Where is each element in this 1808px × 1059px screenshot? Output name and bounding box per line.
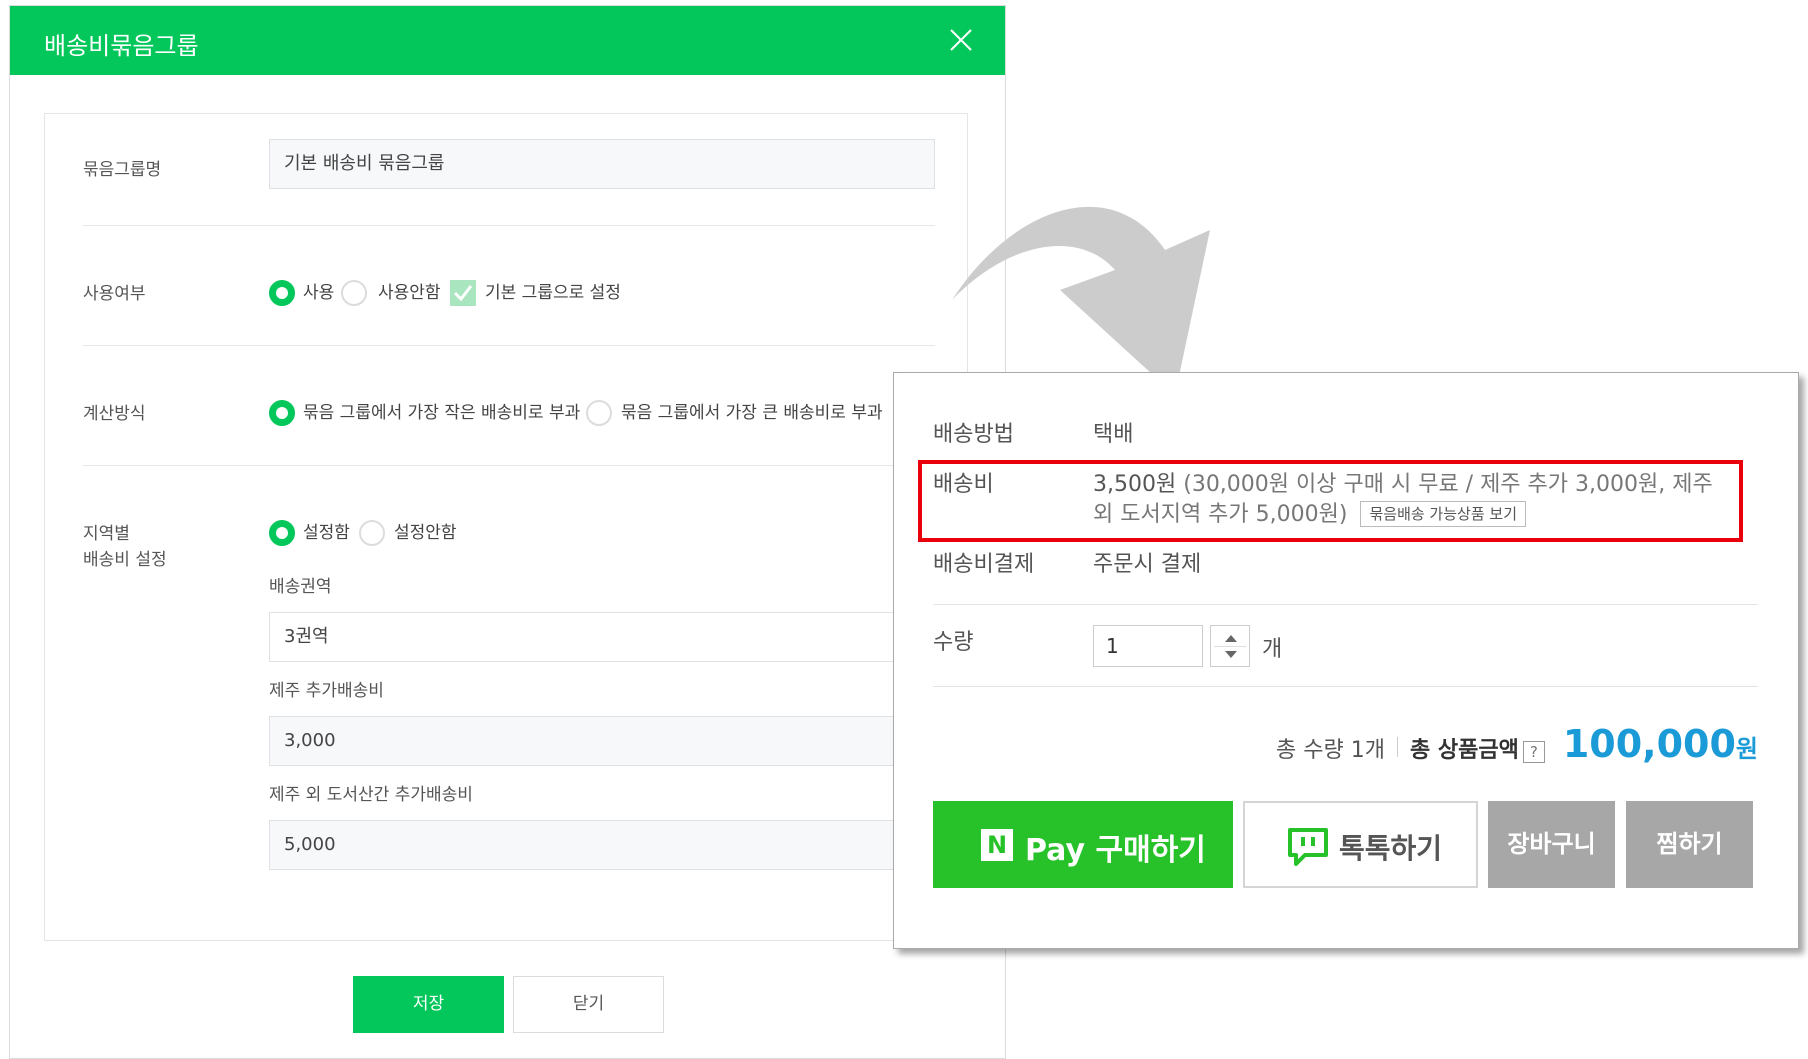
group-name-input[interactable]: 기본 배송비 묶음그룹 (269, 139, 935, 189)
ship-method-value: 택배 (1093, 422, 1134, 447)
region-option-unset[interactable]: 설정안함 (394, 520, 457, 546)
divider (83, 465, 935, 466)
qty-down-icon[interactable] (1225, 651, 1237, 658)
usage-label: 사용여부 (83, 284, 146, 304)
default-group-label[interactable]: 기본 그룹으로 설정 (485, 280, 621, 306)
ship-pay-label: 배송비결제 (933, 552, 1035, 577)
modal-form: 묶음그룹명 기본 배송비 묶음그룹 사용여부 사용 사용안함 기본 그룹으로 설… (44, 113, 968, 941)
jeju-fee-label: 제주 추가배송비 (269, 681, 384, 701)
divider (83, 345, 935, 346)
divider (933, 604, 1758, 605)
divider (933, 686, 1758, 687)
save-button[interactable]: 저장 (353, 976, 504, 1033)
qty-unit: 개 (1262, 637, 1283, 662)
usage-radio-unused[interactable] (341, 280, 367, 306)
zone-select[interactable]: 3권역 (269, 612, 935, 662)
qty-up-icon[interactable] (1225, 635, 1237, 642)
talktalk-button[interactable]: 톡톡하기 (1243, 801, 1478, 888)
ship-pay-value: 주문시 결제 (1093, 552, 1202, 577)
close-button[interactable]: 닫기 (513, 976, 664, 1033)
calc-radio-max[interactable] (586, 400, 612, 426)
island-fee-label: 제주 외 도서산간 추가배송비 (269, 785, 473, 805)
talktalk-label: 톡톡하기 (1339, 832, 1443, 865)
highlight-box (918, 460, 1743, 542)
total-price: 100,000 (1562, 722, 1736, 766)
total-summary: 총 수량 1개 총 상품금액? 100,000원 (1276, 722, 1758, 766)
cart-button[interactable]: 장바구니 (1488, 801, 1615, 888)
close-icon[interactable] (947, 26, 975, 54)
usage-option-use[interactable]: 사용 (303, 280, 334, 306)
naver-n-icon: N (981, 829, 1013, 861)
calc-option-max[interactable]: 묶음 그룹에서 가장 큰 배송비로 부과 (621, 400, 883, 426)
zone-label: 배송권역 (269, 577, 332, 597)
jeju-fee-input[interactable]: 3,000 (269, 716, 935, 766)
default-group-checkbox[interactable] (450, 280, 476, 306)
checkmark-icon (453, 285, 473, 302)
region-label-line2: 배송비 설정 (83, 550, 167, 570)
calc-option-min[interactable]: 묶음 그룹에서 가장 작은 배송비로 부과 (303, 400, 580, 426)
total-qty: 총 수량 1개 (1276, 738, 1385, 763)
region-option-set[interactable]: 설정함 (303, 520, 350, 546)
currency-unit: 원 (1735, 735, 1758, 763)
curved-arrow-icon (952, 206, 1210, 395)
calc-radio-min[interactable] (269, 400, 295, 426)
npay-buy-label: Pay 구매하기 (1025, 833, 1206, 868)
shipping-bundle-modal: 배송비묶음그룹 묶음그룹명 기본 배송비 묶음그룹 사용여부 사용 사용안함 기… (9, 5, 1006, 1059)
calc-method-label: 계산방식 (83, 404, 146, 424)
region-radio-unset[interactable] (359, 520, 385, 546)
region-label-line1: 지역별 (83, 524, 130, 544)
island-fee-input[interactable]: 5,000 (269, 820, 935, 870)
usage-option-unused[interactable]: 사용안함 (378, 280, 441, 306)
npay-buy-button[interactable]: N Pay 구매하기 (933, 801, 1233, 888)
usage-radio-use[interactable] (269, 280, 295, 306)
divider (83, 225, 935, 226)
total-price-label: 총 상품금액 (1409, 738, 1519, 763)
wishlist-button[interactable]: 찜하기 (1626, 801, 1753, 888)
qty-stepper[interactable] (1210, 625, 1250, 667)
qty-input[interactable]: 1 (1093, 625, 1203, 667)
help-icon[interactable]: ? (1522, 741, 1545, 763)
modal-title: 배송비묶음그룹 (44, 32, 199, 60)
qty-label: 수량 (933, 630, 974, 655)
region-radio-set[interactable] (269, 520, 295, 546)
ship-method-label: 배송방법 (933, 422, 1014, 447)
chat-bubble-icon (1288, 828, 1328, 866)
group-name-label: 묶음그룹명 (83, 160, 162, 180)
modal-header: 배송비묶음그룹 (10, 6, 1005, 75)
